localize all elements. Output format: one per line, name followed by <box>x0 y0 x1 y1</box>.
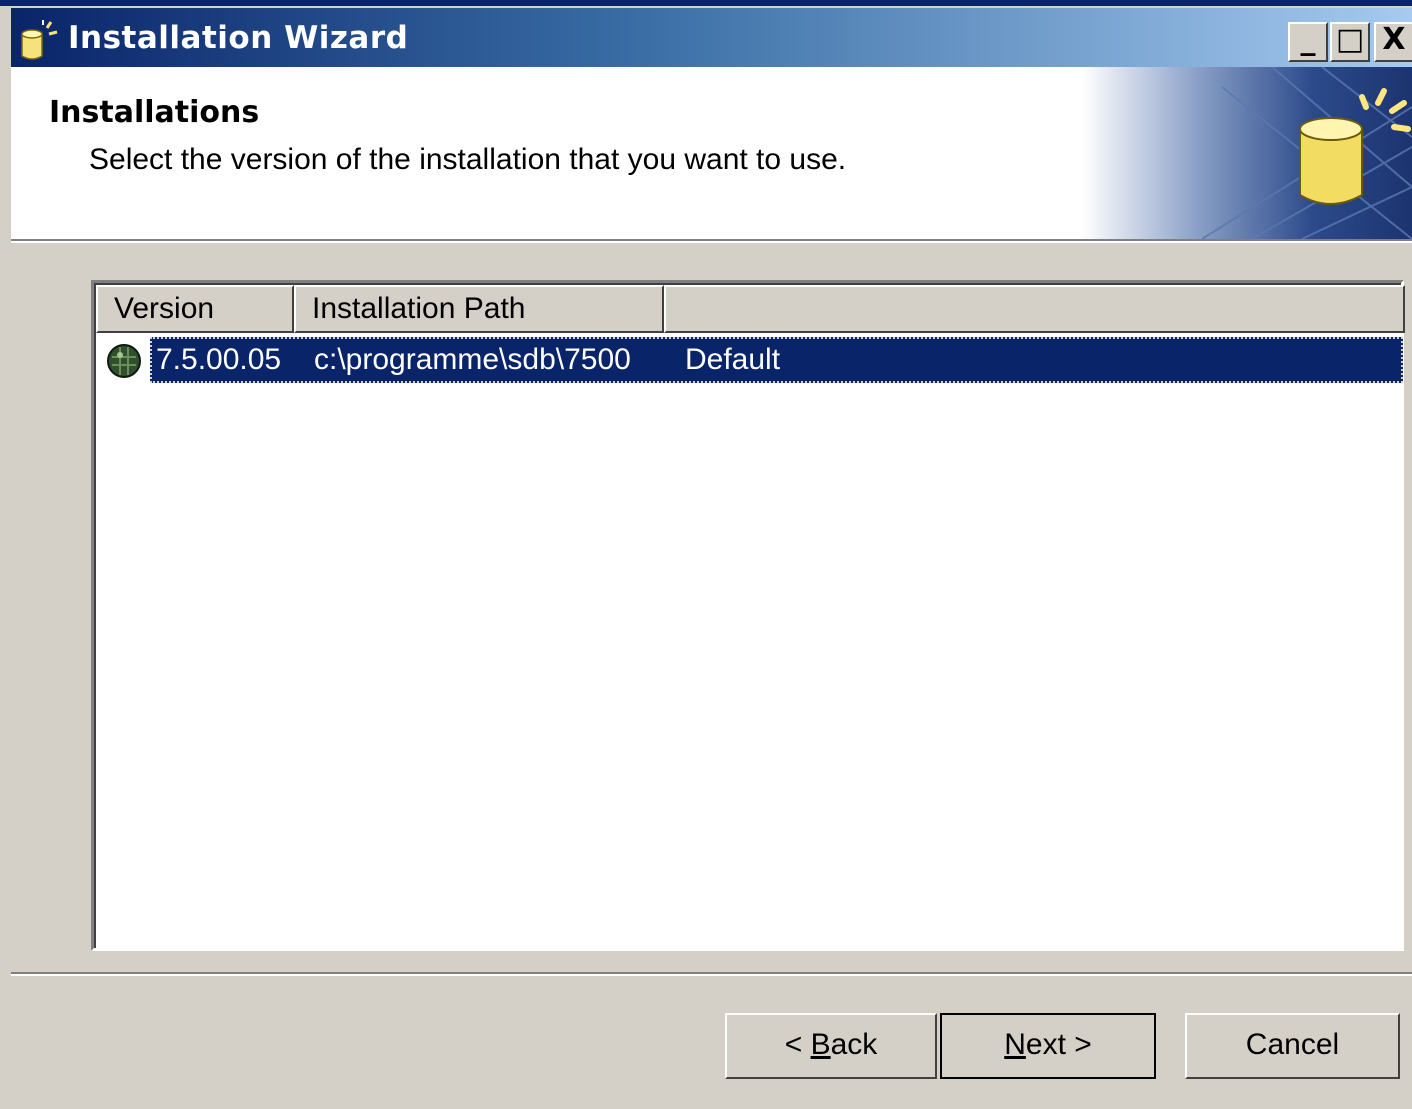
back-button-prefix: < <box>784 1028 811 1061</box>
database-instance-icon <box>107 344 141 378</box>
page-title: Installations <box>49 95 260 130</box>
back-button-mnemonic: B <box>810 1028 831 1061</box>
list-inner-frame: Version Installation Path 7.5.00.05 c:\p… <box>94 283 1405 948</box>
window-title: Installation Wizard <box>68 20 409 56</box>
cell-version: 7.5.00.05 <box>156 343 282 376</box>
wizard-header: Installations Select the version of the … <box>11 67 1412 239</box>
page-subtitle: Select the version of the installation t… <box>89 143 847 176</box>
header-separator-highlight <box>11 241 1412 243</box>
database-banner-graphic <box>1082 67 1412 239</box>
minimize-icon: _ <box>1300 22 1316 57</box>
installation-wizard-window: Installation Wizard _ □ X Installations … <box>0 0 1412 1109</box>
next-button-rest: ext > <box>1025 1028 1092 1061</box>
database-app-icon <box>21 20 58 60</box>
title-bar[interactable]: Installation Wizard _ □ X <box>11 8 1412 67</box>
maximize-icon: □ <box>1335 22 1365 57</box>
close-icon: X <box>1382 22 1406 57</box>
next-button[interactable]: Next > <box>940 1013 1156 1079</box>
cell-installation-path: c:\programme\sdb\7500 <box>314 343 631 376</box>
minimize-button[interactable]: _ <box>1288 22 1328 62</box>
list-item[interactable]: 7.5.00.05 c:\programme\sdb\7500 Default <box>96 335 1403 385</box>
window-top-border <box>0 0 1412 6</box>
footer-separator-highlight <box>11 974 1412 976</box>
cell-default-label: Default <box>685 343 781 376</box>
installations-list[interactable]: Version Installation Path 7.5.00.05 c:\p… <box>91 280 1405 951</box>
next-button-mnemonic: N <box>1004 1028 1026 1061</box>
maximize-button[interactable]: □ <box>1330 22 1370 62</box>
close-button[interactable]: X <box>1374 22 1412 62</box>
column-header-version[interactable]: Version <box>96 285 294 333</box>
cancel-button[interactable]: Cancel <box>1185 1013 1400 1079</box>
back-button[interactable]: < Back <box>725 1013 937 1079</box>
column-header-empty[interactable] <box>664 285 1405 333</box>
column-header-installation-path[interactable]: Installation Path <box>294 285 664 333</box>
back-button-rest: ack <box>830 1028 878 1061</box>
